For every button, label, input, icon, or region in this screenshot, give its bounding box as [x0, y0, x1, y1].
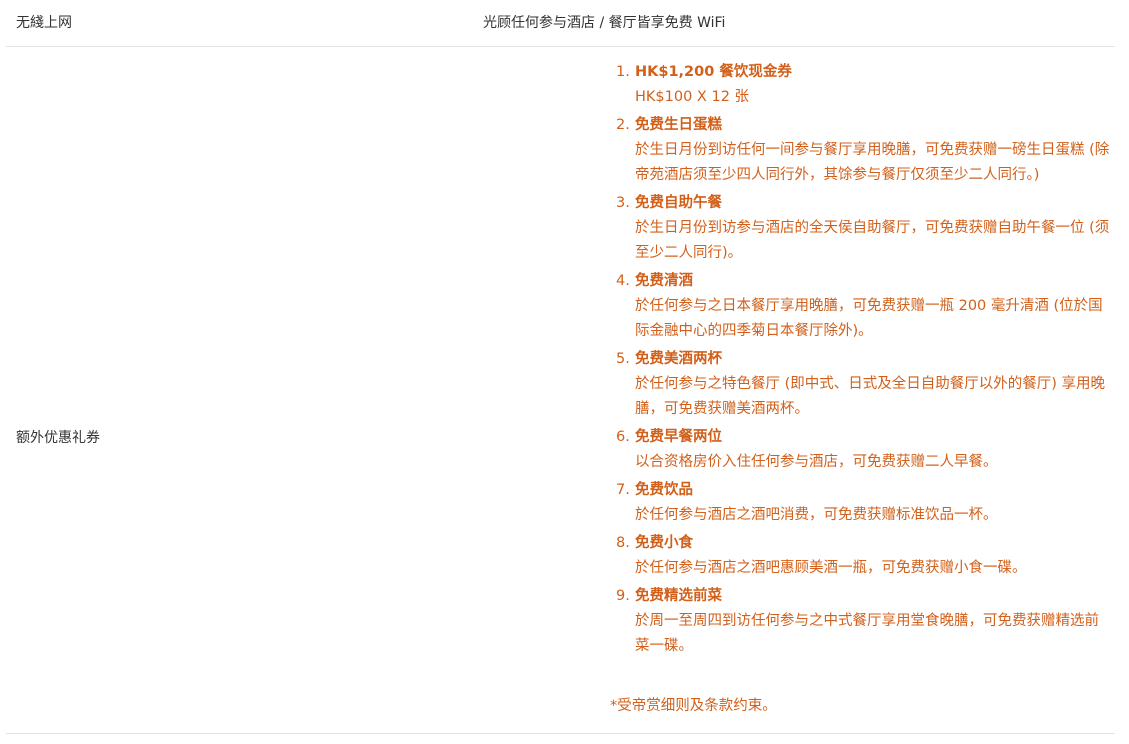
- item-number: 9.: [616, 588, 630, 604]
- item-description: 於任何参与之特色餐厅 (即中式、日式及全日自助餐厅以外的餐厅) 享用晚膳，可免费…: [635, 376, 1106, 417]
- table-row-coupons: 额外优惠礼券 1. HK$1,200 餐饮现金券 HK$100 X 12 张 2…: [6, 47, 1115, 734]
- item-title: 免费饮品: [635, 482, 693, 498]
- row-label-coupons: 额外优惠礼券: [16, 430, 100, 446]
- item-title: 免费生日蛋糕: [635, 117, 722, 133]
- item-title: HK$1,200 餐饮现金券: [635, 64, 792, 80]
- item-number: 3.: [616, 195, 630, 211]
- list-item: 9. 免费精选前菜 於周一至周四到访任何参与之中式餐厅享用堂食晚膳，可免费获赠精…: [616, 584, 1111, 659]
- item-title: 免费小食: [635, 535, 693, 551]
- item-title: 免费早餐两位: [635, 429, 722, 445]
- list-item: 3. 免费自助午餐 於生日月份到访参与酒店的全天侯自助餐厅，可免费获赠自助午餐一…: [616, 191, 1111, 266]
- item-number: 7.: [616, 482, 630, 498]
- list-item: 6. 免费早餐两位 以合资格房价入住任何参与酒店，可免费获赠二人早餐。: [616, 425, 1111, 475]
- item-description: 於任何参与酒店之酒吧消费，可免费获赠标准饮品一杯。: [635, 507, 998, 523]
- item-number: 2.: [616, 117, 630, 133]
- list-item: 8. 免费小食 於任何参与酒店之酒吧惠顾美酒一瓶，可免费获赠小食一碟。: [616, 531, 1111, 581]
- item-number: 6.: [616, 429, 630, 445]
- table-row-wifi: 无綫上网 光顾任何参与酒店 / 餐厅皆享免费 WiFi: [6, 0, 1115, 47]
- benefits-table: 无綫上网 光顾任何参与酒店 / 餐厅皆享免费 WiFi 额外优惠礼券 1. HK…: [6, 0, 1115, 734]
- item-title: 免费自助午餐: [635, 195, 722, 211]
- row-label-wifi: 无綫上网: [16, 15, 72, 31]
- item-description: 於生日月份到访任何一间参与餐厅享用晚膳，可免费获赠一磅生日蛋糕 (除帝苑酒店须至…: [635, 142, 1110, 183]
- coupon-list: 1. HK$1,200 餐饮现金券 HK$100 X 12 张 2. 免费生日蛋…: [616, 60, 1111, 662]
- list-item: 4. 免费清酒 於任何参与之日本餐厅享用晚膳，可免费获赠一瓶 200 毫升清酒 …: [616, 269, 1111, 344]
- terms-footnote: *受帝赏细则及条款约束。: [610, 698, 777, 714]
- item-title: 免费精选前菜: [635, 588, 722, 604]
- item-number: 8.: [616, 535, 630, 551]
- item-number: 1.: [616, 64, 630, 80]
- list-item: 1. HK$1,200 餐饮现金券 HK$100 X 12 张: [616, 60, 1111, 110]
- row-value-wifi: 光顾任何参与酒店 / 餐厅皆享免费 WiFi: [483, 15, 726, 31]
- item-number: 5.: [616, 351, 630, 367]
- item-title: 免费美酒两杯: [635, 351, 722, 367]
- item-title: 免费清酒: [635, 273, 693, 289]
- list-item: 7. 免费饮品 於任何参与酒店之酒吧消费，可免费获赠标准饮品一杯。: [616, 478, 1111, 528]
- item-description: 以合资格房价入住任何参与酒店，可免费获赠二人早餐。: [635, 454, 998, 470]
- item-description: HK$100 X 12 张: [635, 89, 750, 105]
- item-description: 於周一至周四到访任何参与之中式餐厅享用堂食晚膳，可免费获赠精选前菜一碟。: [635, 613, 1099, 654]
- list-item: 2. 免费生日蛋糕 於生日月份到访任何一间参与餐厅享用晚膳，可免费获赠一磅生日蛋…: [616, 113, 1111, 188]
- item-description: 於任何参与酒店之酒吧惠顾美酒一瓶，可免费获赠小食一碟。: [635, 560, 1027, 576]
- item-description: 於任何参与之日本餐厅享用晚膳，可免费获赠一瓶 200 毫升清酒 (位於国际金融中…: [635, 298, 1103, 339]
- item-number: 4.: [616, 273, 630, 289]
- item-description: 於生日月份到访参与酒店的全天侯自助餐厅，可免费获赠自助午餐一位 (须至少二人同行…: [635, 220, 1110, 261]
- list-item: 5. 免费美酒两杯 於任何参与之特色餐厅 (即中式、日式及全日自助餐厅以外的餐厅…: [616, 347, 1111, 422]
